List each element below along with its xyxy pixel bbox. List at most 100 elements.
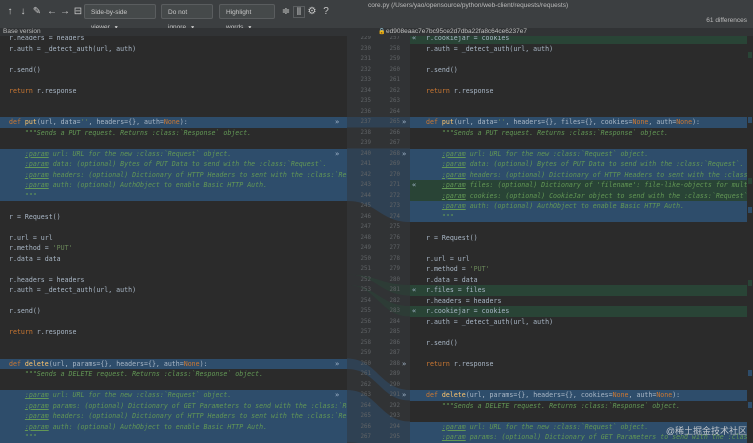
right-line-number: 258 bbox=[389, 45, 400, 52]
revert-change-icon[interactable]: « bbox=[412, 285, 416, 296]
apply-change-icon[interactable]: » bbox=[335, 149, 339, 160]
right-line-number: 276 bbox=[389, 234, 400, 241]
arrow-down-icon[interactable]: ↓ bbox=[17, 6, 29, 18]
code-line: return r.response bbox=[9, 86, 77, 95]
left-line-number: 253 bbox=[360, 287, 371, 293]
arrow-up-icon[interactable]: ↑ bbox=[4, 6, 16, 18]
left-line-number: 255 bbox=[360, 308, 371, 314]
scroll-marker[interactable] bbox=[748, 117, 752, 124]
left-line-number: 241 bbox=[360, 161, 371, 167]
left-line-number: 259 bbox=[360, 350, 371, 356]
right-line-number: 291 bbox=[389, 392, 400, 398]
code-line: return r.response bbox=[426, 359, 494, 368]
code-line: :param cookies: (optional) CookieJar obj… bbox=[441, 191, 752, 200]
viewer-select[interactable]: Side-by-side viewer▼ bbox=[84, 4, 156, 31]
right-line-number: 288 bbox=[389, 360, 400, 367]
right-line-number: 260 bbox=[389, 66, 400, 73]
right-line-number: 294 bbox=[389, 423, 400, 430]
scroll-marker[interactable] bbox=[748, 206, 752, 213]
right-line-number: 281 bbox=[389, 287, 400, 293]
left-line-number: 244 bbox=[360, 192, 371, 199]
apply-change-icon[interactable]: » bbox=[402, 149, 406, 160]
left-line-number: 229 bbox=[360, 36, 371, 41]
right-line-number: 287 bbox=[389, 350, 400, 356]
ignore-select[interactable]: Do not ignore▼ bbox=[161, 4, 213, 31]
collapse-icon[interactable]: ⊟ bbox=[72, 6, 84, 18]
code-line: """Sends a DELETE request. Returns :clas… bbox=[9, 370, 264, 378]
code-line: r.headers = headers bbox=[426, 296, 502, 305]
apply-change-icon[interactable]: » bbox=[335, 117, 339, 128]
scroll-marker[interactable] bbox=[748, 280, 752, 287]
code-line: """Sends a PUT request. Returns :class:`… bbox=[426, 128, 669, 137]
highlight-select[interactable]: Highlight words▼ bbox=[219, 4, 275, 31]
sync-scroll-icon[interactable]: ⫴ bbox=[293, 6, 305, 18]
code-line: r.headers = headers bbox=[9, 275, 85, 284]
help-icon[interactable]: ? bbox=[320, 6, 332, 18]
code-line: """ bbox=[426, 212, 454, 221]
left-line-number: 256 bbox=[360, 318, 371, 325]
revert-change-icon[interactable]: « bbox=[412, 180, 416, 191]
apply-change-icon[interactable]: » bbox=[402, 359, 406, 370]
left-line-number: 267 bbox=[360, 434, 371, 440]
code-line: r.files = files bbox=[426, 286, 486, 294]
diff-gutter: 229 230 231 232 233 234 235 236 237 238 239 240 241 2… bbox=[347, 36, 410, 443]
arrow-left-icon[interactable]: ← bbox=[46, 6, 58, 18]
left-line-number: 236 bbox=[360, 108, 371, 115]
arrow-right-icon[interactable]: → bbox=[59, 6, 71, 18]
code-line: :param auth: (optional) AuthObject to en… bbox=[441, 202, 685, 210]
code-line: r.auth = _detect_auth(url, auth) bbox=[426, 44, 554, 53]
right-line-number: 263 bbox=[389, 98, 400, 104]
left-line-number: 251 bbox=[360, 266, 371, 272]
code-line: r.auth = _detect_auth(url, auth) bbox=[9, 286, 137, 294]
apply-change-icon[interactable]: » bbox=[402, 117, 406, 128]
gear-icon[interactable]: ⚙ bbox=[306, 6, 318, 18]
right-editor[interactable]: r.cookiejar = cookies r.auth = _detect_au… bbox=[410, 36, 753, 443]
right-line-number: 264 bbox=[389, 108, 400, 115]
scroll-marker[interactable] bbox=[748, 369, 752, 376]
left-line-number: 230 bbox=[360, 45, 371, 52]
apply-change-icon[interactable]: » bbox=[335, 390, 339, 401]
revert-change-icon[interactable]: « bbox=[412, 36, 416, 44]
left-line-number: 238 bbox=[360, 129, 371, 136]
scroll-marker[interactable] bbox=[748, 402, 752, 409]
code-line: :param auth: (optional) AuthObject to en… bbox=[24, 181, 268, 189]
diff-scroll-marker-strip[interactable] bbox=[747, 36, 753, 443]
left-editor[interactable]: r.headers = headers r.auth = _detect_auth… bbox=[0, 36, 347, 443]
left-pane-title: Base version bbox=[3, 28, 41, 35]
right-line-number: 279 bbox=[389, 266, 400, 272]
scroll-marker[interactable] bbox=[748, 178, 752, 185]
code-line: """ bbox=[9, 433, 37, 441]
code-line: def put(url, data='', headers={}, auth=N… bbox=[9, 118, 188, 126]
apply-change-icon[interactable]: » bbox=[335, 359, 339, 370]
left-line-number: 242 bbox=[360, 171, 371, 178]
right-line-number: 277 bbox=[389, 245, 400, 251]
left-line-number: 265 bbox=[360, 413, 371, 419]
right-line-number: 282 bbox=[389, 297, 400, 304]
scroll-marker[interactable] bbox=[748, 52, 752, 59]
right-line-number: 262 bbox=[389, 87, 400, 94]
left-line-number: 249 bbox=[360, 245, 371, 251]
code-line: """ bbox=[9, 191, 37, 200]
code-line: r.cookiejar = cookies bbox=[426, 36, 510, 42]
left-line-number: 263 bbox=[360, 392, 371, 398]
code-line: :param files: (optional) Dictionary of '… bbox=[441, 181, 753, 189]
left-line-number: 231 bbox=[360, 56, 371, 62]
left-line-number: 247 bbox=[360, 224, 371, 230]
code-line: r.send() bbox=[9, 65, 41, 74]
right-line-number: 290 bbox=[389, 381, 400, 388]
revert-change-icon[interactable]: « bbox=[412, 306, 416, 317]
edit-icon[interactable]: ✎ bbox=[31, 6, 43, 18]
apply-change-icon[interactable]: » bbox=[402, 390, 406, 401]
right-line-number: 278 bbox=[389, 255, 400, 262]
align-icon[interactable]: ≑ bbox=[280, 6, 292, 18]
